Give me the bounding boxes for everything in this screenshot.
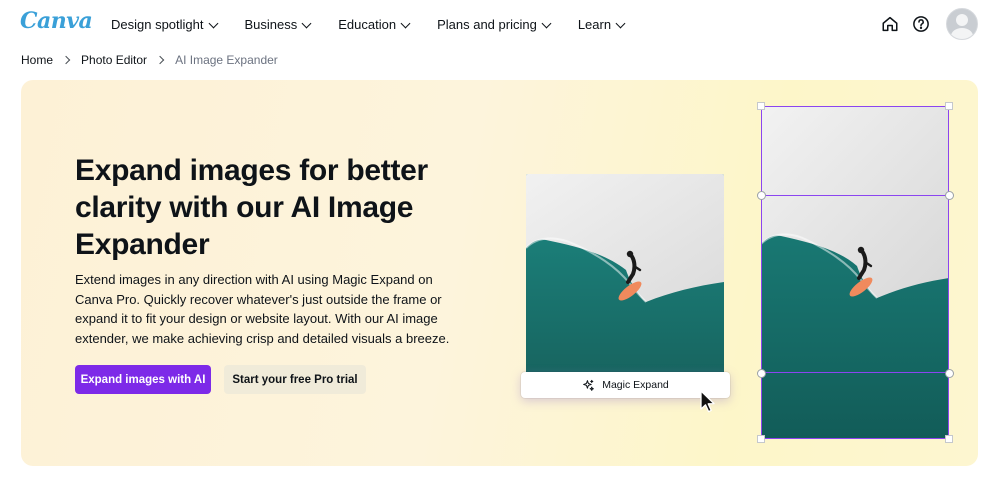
original-area-frame[interactable] bbox=[761, 195, 949, 373]
menu-item-label: Education bbox=[338, 17, 397, 32]
chevron-right-icon bbox=[61, 55, 71, 65]
menu-item-label: Business bbox=[244, 17, 298, 32]
breadcrumb: Home Photo Editor AI Image Expander bbox=[21, 53, 278, 67]
chevron-right-icon bbox=[155, 55, 165, 65]
chevron-down-icon bbox=[615, 18, 626, 28]
menu-learn[interactable]: Learn bbox=[577, 17, 626, 32]
menu-education[interactable]: Education bbox=[338, 17, 411, 32]
resize-handle-upper-right[interactable] bbox=[945, 191, 954, 200]
top-nav: Canva Design spotlight Business Educatio… bbox=[0, 0, 1000, 48]
home-icon bbox=[882, 16, 898, 32]
chevron-down-icon bbox=[208, 18, 218, 28]
avatar[interactable] bbox=[946, 8, 978, 40]
chevron-down-icon bbox=[301, 18, 312, 28]
menu-item-label: Design spotlight bbox=[111, 17, 204, 32]
home-button[interactable] bbox=[875, 9, 905, 39]
magic-expand-label: Magic Expand bbox=[602, 379, 669, 391]
resize-handle-top-right[interactable] bbox=[945, 102, 953, 110]
resize-handle-bottom-right[interactable] bbox=[945, 435, 953, 443]
menu-item-label: Learn bbox=[577, 17, 612, 32]
avatar-body bbox=[951, 28, 973, 39]
surfer-photo bbox=[526, 174, 724, 379]
hero-description: Extend images in any direction with AI u… bbox=[75, 272, 450, 346]
page-title: Expand images for better clarity with ou… bbox=[75, 154, 428, 261]
hero-section: Expand images for better clarity with ou… bbox=[21, 80, 978, 466]
mouse-cursor-icon bbox=[700, 390, 715, 413]
resize-handle-lower-left[interactable] bbox=[757, 369, 766, 378]
chevron-down-icon bbox=[400, 18, 411, 28]
help-button[interactable] bbox=[906, 9, 936, 39]
breadcrumb-home[interactable]: Home bbox=[21, 53, 53, 67]
sparkle-icon bbox=[582, 379, 595, 392]
help-icon bbox=[913, 16, 929, 32]
expand-images-button[interactable]: Expand images with AI bbox=[75, 365, 211, 394]
free-trial-button[interactable]: Start your free Pro trial bbox=[224, 365, 366, 394]
nav-actions bbox=[874, 8, 978, 40]
canva-logo[interactable]: Canva bbox=[20, 8, 93, 34]
resize-handle-top-left[interactable] bbox=[757, 102, 765, 110]
magic-expand-button[interactable]: Magic Expand bbox=[521, 372, 730, 398]
avatar-head bbox=[956, 14, 968, 26]
chevron-down-icon bbox=[541, 18, 552, 28]
resize-handle-upper-left[interactable] bbox=[757, 191, 766, 200]
breadcrumb-current: AI Image Expander bbox=[175, 53, 278, 67]
breadcrumb-photo-editor[interactable]: Photo Editor bbox=[81, 53, 147, 67]
resize-handle-lower-right[interactable] bbox=[945, 369, 954, 378]
original-image bbox=[526, 174, 724, 379]
menu-item-label: Plans and pricing bbox=[437, 17, 537, 32]
resize-handle-bottom-left[interactable] bbox=[757, 435, 765, 443]
menu-business[interactable]: Business bbox=[244, 17, 312, 32]
menu-plans-and-pricing[interactable]: Plans and pricing bbox=[437, 17, 552, 32]
menu-design-spotlight[interactable]: Design spotlight bbox=[111, 17, 218, 32]
main-menu: Design spotlight Business Education Plan… bbox=[111, 17, 652, 32]
